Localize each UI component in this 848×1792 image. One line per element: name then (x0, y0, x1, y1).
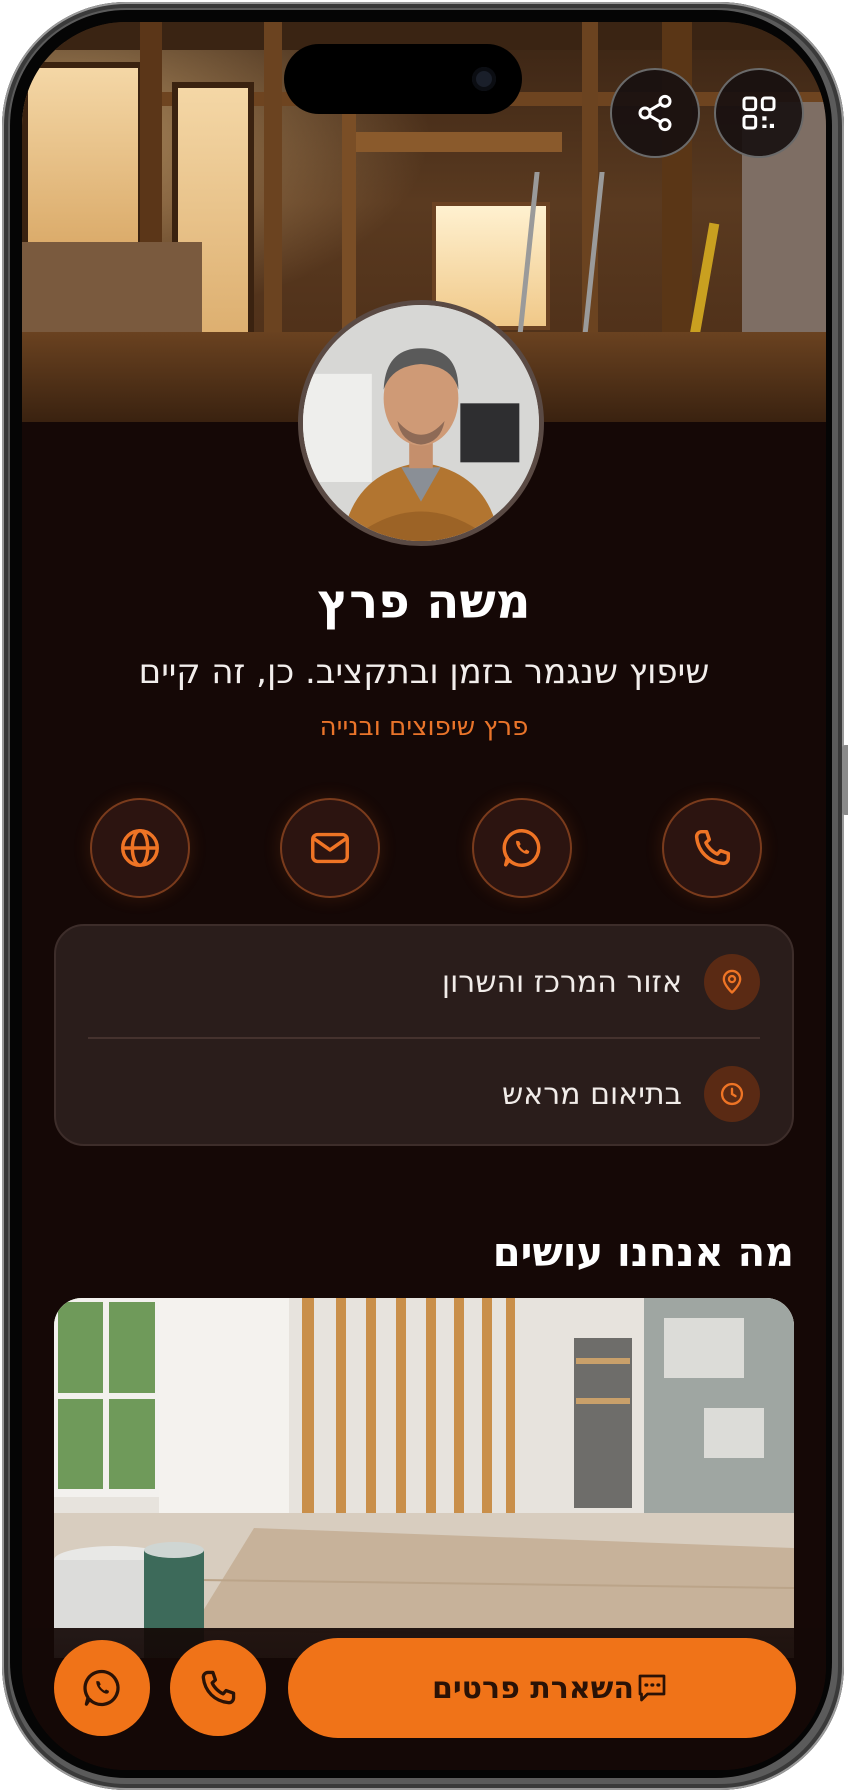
email-button[interactable] (280, 798, 380, 898)
services-section-title: מה אנחנו עושים (492, 1230, 794, 1276)
message-icon (638, 1674, 666, 1702)
phone-button[interactable] (662, 798, 762, 898)
company-name: פרץ שיפוצים ובנייה (319, 712, 529, 742)
whatsapp-icon (83, 1669, 120, 1707)
clock-icon-badge (704, 1066, 760, 1122)
screen: משה פרץ שיפוץ שנגמר בזמן ובתקציב. כן, זה… (22, 22, 826, 1770)
leave-details-label: השארת פרטים (431, 1670, 635, 1706)
globe-icon (121, 829, 159, 867)
whatsapp-cta-button[interactable] (54, 1640, 150, 1736)
call-button[interactable] (170, 1640, 266, 1736)
clock-icon (720, 1082, 744, 1106)
profile-tagline: שיפוץ שנגמר בזמן ובתקציב. כן, זה קיים (138, 652, 710, 692)
camera-icon (472, 67, 496, 91)
phone-icon (694, 829, 731, 866)
share-button[interactable] (610, 68, 700, 158)
profile-name: משה פרץ (317, 574, 531, 630)
share-icon (638, 94, 672, 132)
dynamic-island (284, 44, 522, 114)
mail-icon (311, 832, 349, 864)
leave-details-button[interactable]: השארת פרטים (288, 1638, 796, 1738)
website-button[interactable] (90, 798, 190, 898)
qr-code-icon (742, 96, 776, 130)
phone-side-button (842, 745, 848, 815)
hours-row: בתיאום מראש (88, 1044, 760, 1144)
hours-text: בתיאום מראש (501, 1076, 682, 1112)
map-pin-icon (722, 969, 742, 994)
service-image[interactable] (54, 1298, 794, 1658)
location-text: אזור המרכז והשרון (441, 964, 682, 1000)
location-row: אזור המרכז והשרון (88, 932, 760, 1032)
info-card: אזור המרכז והשרון בתיאום מראש (54, 924, 794, 1146)
info-divider (88, 1037, 760, 1039)
whatsapp-button[interactable] (472, 798, 572, 898)
profile-avatar (298, 300, 544, 546)
location-icon-badge (704, 954, 760, 1010)
qr-code-button[interactable] (714, 68, 804, 158)
phone-icon (201, 1670, 236, 1705)
whatsapp-icon (502, 829, 541, 867)
